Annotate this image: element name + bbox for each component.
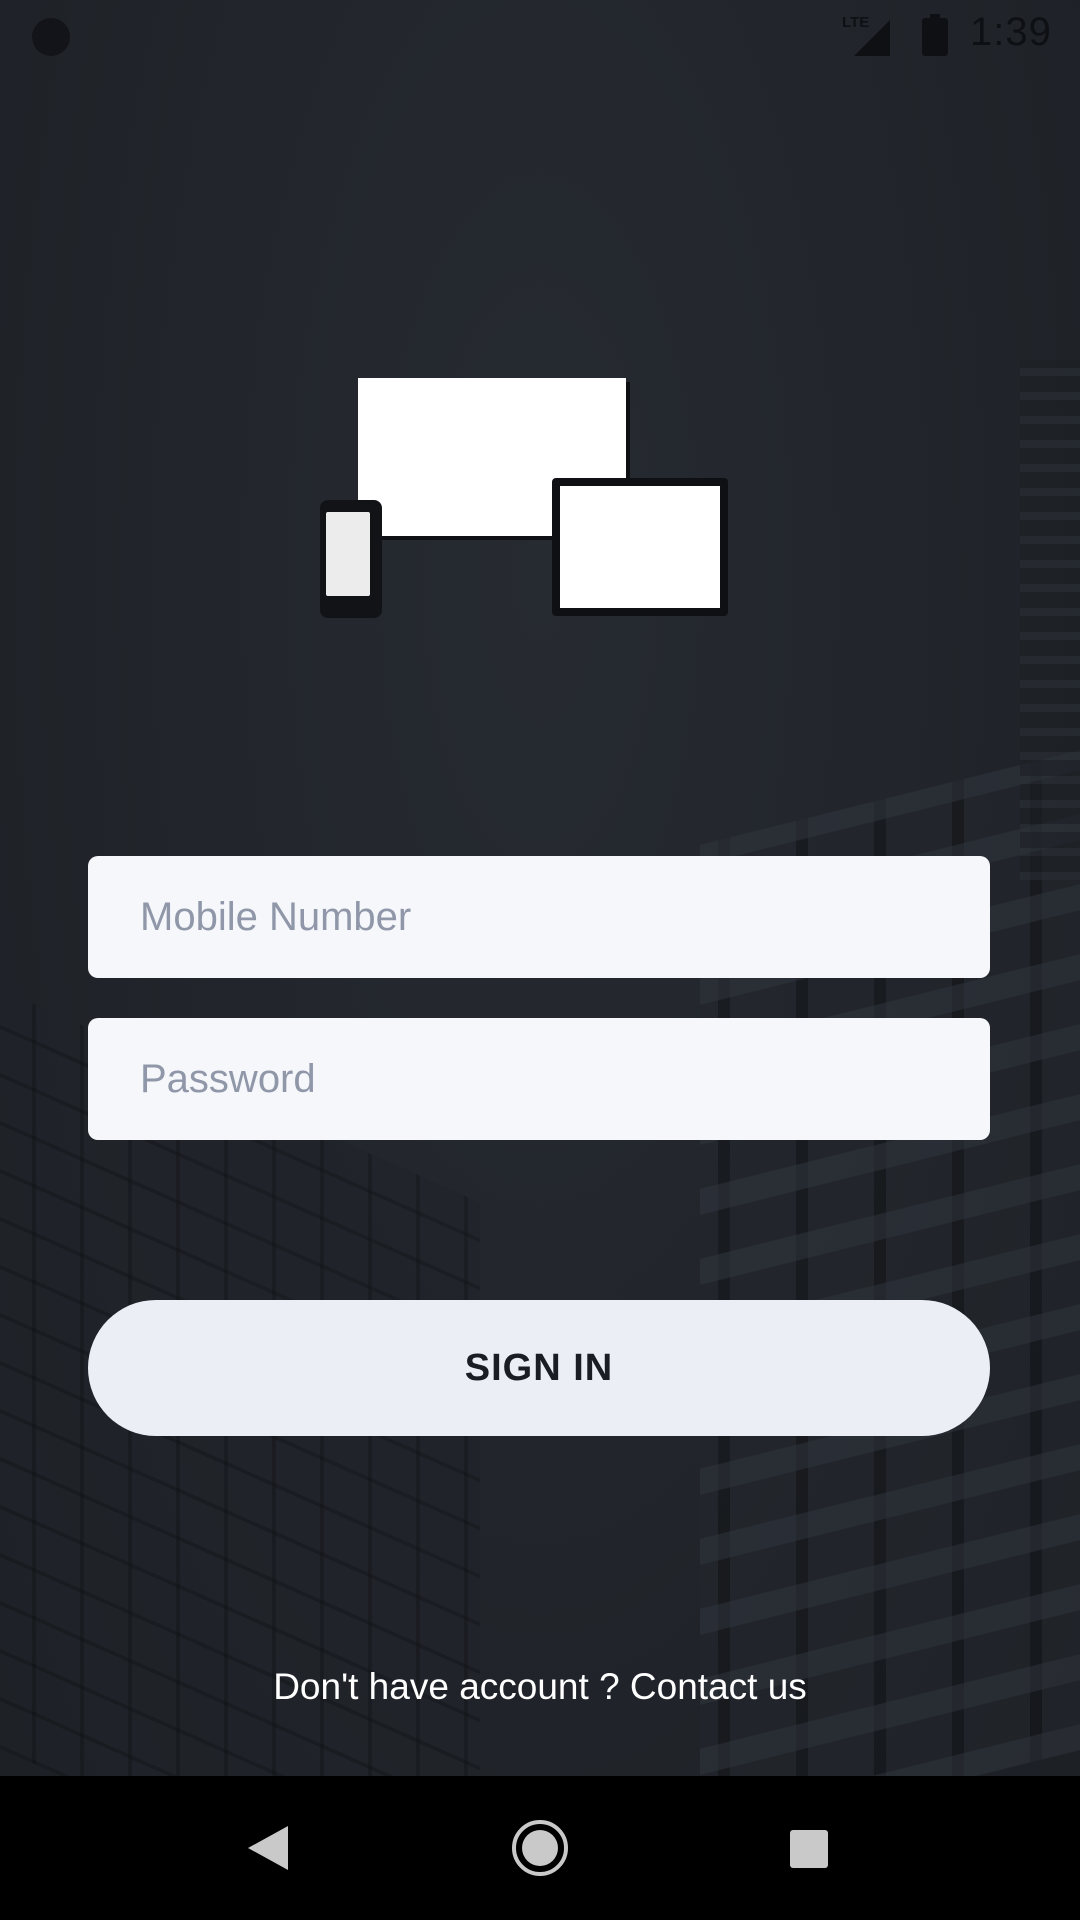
mobile-number-input[interactable]	[88, 856, 990, 978]
back-icon[interactable]	[248, 1826, 288, 1870]
battery-icon	[922, 14, 948, 56]
status-bar: LTE 1:39	[0, 0, 1080, 72]
recents-icon[interactable]	[790, 1830, 828, 1868]
password-input[interactable]	[88, 1018, 990, 1140]
status-time: 1:39	[970, 10, 1052, 54]
home-icon[interactable]	[512, 1820, 568, 1876]
login-screen: LTE 1:39 SIGN IN Don't have account ? Co…	[0, 0, 1080, 1920]
notification-dot-icon	[32, 18, 70, 56]
devices-icon	[320, 370, 740, 630]
navigation-bar	[0, 1776, 1080, 1920]
contact-us-link[interactable]: Don't have account ? Contact us	[0, 1666, 1080, 1708]
phone-icon	[320, 500, 382, 618]
lte-signal-icon: LTE	[842, 14, 890, 56]
background-building-edge	[1020, 360, 1080, 880]
sign-in-button[interactable]: SIGN IN	[88, 1300, 990, 1436]
tablet-icon	[552, 478, 728, 616]
